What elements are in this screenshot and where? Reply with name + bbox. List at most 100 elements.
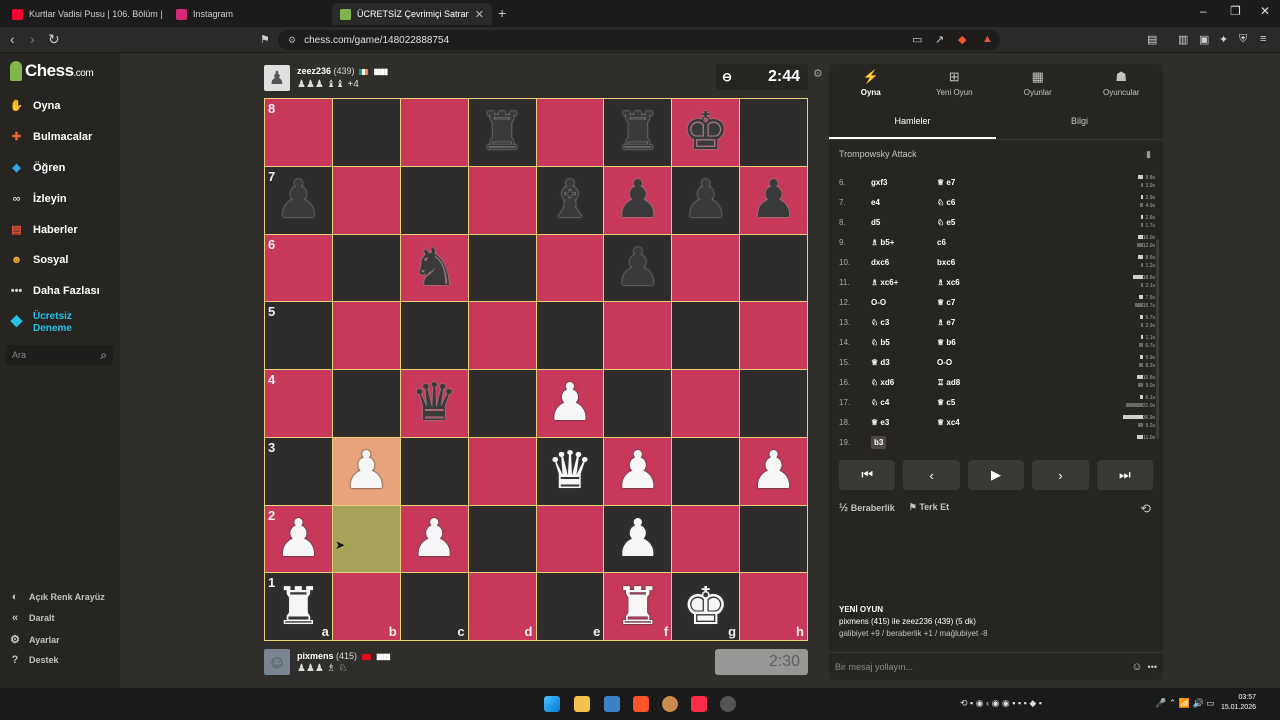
black-move[interactable]: ♘ e5 bbox=[927, 218, 993, 227]
white-pawn-piece[interactable]: ♟ bbox=[615, 445, 662, 497]
square-c6[interactable]: ♞ bbox=[400, 234, 468, 302]
menu-icon[interactable]: ≡ bbox=[1260, 33, 1266, 45]
square-e3[interactable]: ♛ bbox=[536, 437, 604, 505]
square-g2[interactable] bbox=[672, 505, 740, 573]
square-g1[interactable]: g ♚ bbox=[672, 573, 740, 640]
square-c7[interactable] bbox=[400, 166, 468, 234]
white-rook-piece[interactable]: ♜ bbox=[615, 581, 662, 633]
white-pawn-piece[interactable]: ♟ bbox=[615, 513, 662, 565]
black-move[interactable]: ♕ c7 bbox=[927, 298, 993, 307]
white-move[interactable]: ♗ b5+ bbox=[861, 238, 927, 247]
square-h6[interactable] bbox=[740, 234, 807, 302]
next-move-button[interactable]: › bbox=[1032, 460, 1089, 490]
more-options-icon[interactable]: ••• bbox=[1148, 662, 1157, 672]
tab-moves[interactable]: Hamleler bbox=[829, 110, 996, 139]
black-bishop-piece[interactable]: ♝ bbox=[547, 174, 594, 226]
square-f3[interactable]: ♟ bbox=[604, 437, 672, 505]
square-a1[interactable]: 1 a ♜ bbox=[265, 573, 332, 640]
square-f5[interactable] bbox=[604, 302, 672, 369]
sidebar-item-1[interactable]: ✚ Bulmacalar bbox=[8, 128, 92, 145]
square-f2[interactable]: ♟ bbox=[604, 505, 672, 573]
store-icon[interactable] bbox=[604, 696, 620, 712]
square-c4[interactable]: ♛ bbox=[400, 370, 468, 437]
square-b5[interactable] bbox=[332, 302, 400, 369]
black-move[interactable]: ♖ ad8 bbox=[927, 378, 993, 387]
square-c3[interactable] bbox=[400, 437, 468, 505]
white-pawn-piece[interactable]: ♟ bbox=[411, 513, 458, 565]
tab-chess[interactable]: ÜCRETSİZ Çevrimiçi Satranç Oyn... ✕ bbox=[332, 3, 492, 25]
wallet-icon[interactable]: ▣ bbox=[1199, 33, 1209, 46]
previous-move-button[interactable]: ‹ bbox=[903, 460, 960, 490]
leo-icon[interactable]: ✦ bbox=[1219, 33, 1228, 46]
chess-logo[interactable]: Chess.com bbox=[10, 61, 94, 81]
square-f8[interactable]: ♜ bbox=[604, 99, 672, 166]
game-taskbar-icon[interactable] bbox=[662, 696, 678, 712]
square-e7[interactable]: ♝ bbox=[536, 166, 604, 234]
black-move[interactable]: ♗ xc6 bbox=[927, 278, 993, 287]
url-field[interactable]: ⚙ chess.com/game/148022888754 bbox=[278, 30, 1000, 50]
white-move[interactable]: O-O bbox=[861, 298, 927, 307]
black-move[interactable]: c6 bbox=[927, 238, 993, 247]
square-g6[interactable] bbox=[672, 234, 740, 302]
square-d7[interactable] bbox=[468, 166, 536, 234]
play-button[interactable]: ▶ bbox=[967, 460, 1025, 490]
square-a8[interactable]: 8 bbox=[265, 99, 332, 166]
white-move[interactable]: ♘ c4 bbox=[861, 398, 927, 407]
file-explorer-icon[interactable] bbox=[574, 696, 590, 712]
square-h7[interactable]: ♟ bbox=[740, 166, 807, 234]
player-avatar[interactable]: ☺ bbox=[264, 649, 290, 675]
square-c2[interactable]: ♟ bbox=[400, 505, 468, 573]
square-e8[interactable] bbox=[536, 99, 604, 166]
black-rook-piece[interactable]: ♜ bbox=[479, 106, 526, 158]
square-a2[interactable]: 2 ♟ bbox=[265, 505, 332, 573]
square-a5[interactable]: 5 bbox=[265, 302, 332, 369]
draw-button[interactable]: ½ Beraberlik bbox=[839, 502, 895, 514]
square-c5[interactable] bbox=[400, 302, 468, 369]
black-move[interactable]: ♕ xc4 bbox=[927, 418, 993, 427]
panel-tab-0[interactable]: ⚡ Oyna bbox=[829, 64, 913, 102]
last-move-button[interactable]: ⏭ bbox=[1096, 460, 1154, 490]
tab-youtube[interactable]: Kurtlar Vadisi Pusu | 106. Bölüm | Yük..… bbox=[4, 3, 164, 25]
close-window-icon[interactable]: ✕ bbox=[1260, 4, 1270, 18]
tab-instagram[interactable]: Instagram bbox=[168, 3, 328, 25]
app-taskbar-icon[interactable] bbox=[720, 696, 736, 712]
white-rook-piece[interactable]: ♜ bbox=[275, 581, 322, 633]
sidebar-bottom-item-1[interactable]: « Daralt bbox=[9, 612, 55, 624]
sidebar-item-6[interactable]: ••• Daha Fazlası bbox=[8, 282, 100, 299]
square-h5[interactable] bbox=[740, 302, 807, 369]
square-c8[interactable] bbox=[400, 99, 468, 166]
black-move[interactable]: bxc6 bbox=[927, 258, 993, 267]
bookmark-icon[interactable]: ⚑ bbox=[260, 33, 270, 46]
square-d3[interactable] bbox=[468, 437, 536, 505]
tray-apps-icon[interactable]: ⟲ ▪ ◉ ‹ ◉ ◉ ▪ ▪ ▪ ◆ ▪ bbox=[960, 698, 1042, 709]
square-f6[interactable]: ♟ bbox=[604, 234, 672, 302]
black-rook-piece[interactable]: ♜ bbox=[615, 106, 662, 158]
sidebar-bottom-item-3[interactable]: ? Destek bbox=[9, 654, 59, 666]
black-queen-piece[interactable]: ♛ bbox=[411, 377, 458, 429]
square-a6[interactable]: 6 bbox=[265, 234, 332, 302]
square-e4[interactable]: ♟ bbox=[536, 370, 604, 437]
sidebar-item-3[interactable]: ∞ İzleyin bbox=[8, 190, 67, 207]
square-d2[interactable] bbox=[468, 505, 536, 573]
reload-icon[interactable]: ↻ bbox=[48, 31, 60, 48]
black-move[interactable]: ♕ e7 bbox=[927, 178, 993, 187]
square-h4[interactable] bbox=[740, 370, 807, 437]
square-b1[interactable]: b bbox=[332, 573, 400, 640]
sidebar-item-0[interactable]: ✋ Oyna bbox=[8, 97, 61, 114]
opponent-name-row[interactable]: zeez236 (439) ▮▮▮▮ bbox=[297, 66, 388, 76]
white-move[interactable]: ♘ c3 bbox=[861, 318, 927, 327]
square-b7[interactable] bbox=[332, 166, 400, 234]
cast-icon[interactable]: ▭ bbox=[912, 33, 922, 46]
black-pawn-piece[interactable]: ♟ bbox=[682, 174, 729, 226]
black-pawn-piece[interactable]: ♟ bbox=[750, 174, 797, 226]
square-d1[interactable]: d bbox=[468, 573, 536, 640]
black-move[interactable]: O-O bbox=[927, 358, 993, 367]
square-g8[interactable]: ♚ bbox=[672, 99, 740, 166]
square-h8[interactable] bbox=[740, 99, 807, 166]
square-e1[interactable]: e bbox=[536, 573, 604, 640]
square-b3[interactable]: ♟ bbox=[332, 437, 400, 505]
white-queen-piece[interactable]: ♛ bbox=[547, 445, 594, 497]
black-move[interactable]: ♕ c5 bbox=[927, 398, 993, 407]
sidebar-item-trial[interactable]: ◆ Ücretsiz Deneme bbox=[8, 311, 83, 335]
flip-board-icon[interactable]: ⟲ bbox=[1140, 501, 1151, 517]
